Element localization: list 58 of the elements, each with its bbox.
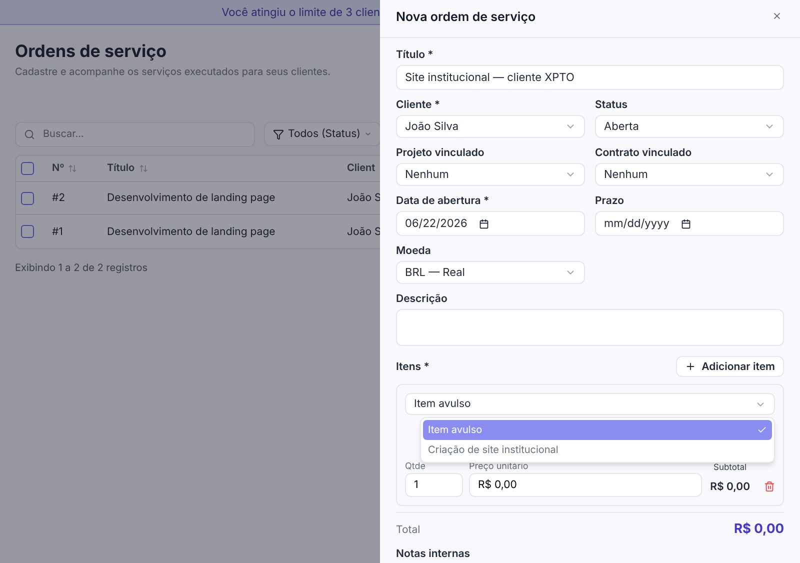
notes-label: Notas internas <box>396 546 472 562</box>
field-label: Moeda <box>396 244 431 257</box>
date-field[interactable]: 06/22/2026 <box>396 211 585 236</box>
field-label: Título * <box>396 48 434 61</box>
select-field[interactable]: Nenhum <box>396 163 585 186</box>
calendar-icon <box>681 218 692 228</box>
sort-icon[interactable] <box>68 164 78 173</box>
check-icon <box>757 425 767 435</box>
qty-field[interactable]: 1 <box>405 473 464 497</box>
column-header: Client <box>347 161 376 176</box>
drawer-title: Nova ordem de serviço <box>396 9 536 28</box>
chevron-icon <box>364 130 372 138</box>
date-field[interactable]: mm/dd/yyyy <box>595 211 784 236</box>
table-cell-text: #1 <box>52 224 64 240</box>
checkbox[interactable] <box>21 192 34 204</box>
field-label: Prazo <box>595 194 624 207</box>
search-icon <box>24 129 35 140</box>
status-filter-button[interactable]: Todos (Status) <box>264 122 382 146</box>
column-header: Nº <box>52 161 64 176</box>
field-label: Status <box>595 98 628 111</box>
product-select[interactable]: Item avulso <box>405 393 775 415</box>
textarea-field[interactable] <box>396 309 784 346</box>
delete-button[interactable] <box>764 481 775 492</box>
page-title: Ordens de serviço <box>15 41 167 63</box>
filter-icon <box>273 128 284 140</box>
close-icon <box>772 10 782 20</box>
menu-option[interactable]: Criação de site institucional <box>423 440 772 460</box>
select-field[interactable]: Nenhum <box>595 163 784 186</box>
items-label: Itens * <box>396 358 430 374</box>
add-item-button[interactable]: Adicionar item <box>676 356 784 377</box>
select-field[interactable]: BRL — Real <box>396 261 585 284</box>
page-subtitle: Cadastre e acompanhe os serviços executados para seus clientes. <box>15 65 330 80</box>
subtotal-label: Subtotal <box>713 463 747 473</box>
plus-icon <box>684 361 696 372</box>
field-label: Data de abertura * <box>396 194 490 207</box>
total-label: Total <box>396 522 420 538</box>
price-label: Preço unitário <box>469 462 530 472</box>
calendar-icon <box>479 218 490 228</box>
subtotal-value: R$ 0,00 <box>710 479 750 495</box>
table-cell-text: #2 <box>52 190 66 206</box>
qty-label: Qtde <box>405 462 426 472</box>
field-label: Projeto vinculado <box>396 146 484 159</box>
price-field[interactable]: R$ 0,00 <box>469 473 702 497</box>
select-field[interactable]: João Silva <box>396 115 585 138</box>
banner-text: Você atingiu o limite de 3 clien <box>222 4 380 20</box>
sort-icon[interactable] <box>138 164 148 173</box>
table-cell-text: Desenvolvimento de landing page <box>107 224 276 240</box>
select-field[interactable]: Aberta <box>595 115 784 138</box>
checkbox[interactable] <box>21 162 34 175</box>
text-field[interactable]: Site institucional — cliente XPTO <box>396 65 784 90</box>
table-cell-text: Desenvolvimento de landing page <box>107 190 276 206</box>
field-label: Descrição <box>396 292 448 305</box>
column-header: Título <box>107 161 135 176</box>
total-value: R$ 0,00 <box>734 520 784 539</box>
field-label: Contrato vinculado <box>595 146 692 159</box>
table-footer-text: Exibindo 1 a 2 de 2 registros <box>15 261 148 276</box>
field-label: Cliente * <box>396 98 440 111</box>
checkbox[interactable] <box>21 225 34 238</box>
